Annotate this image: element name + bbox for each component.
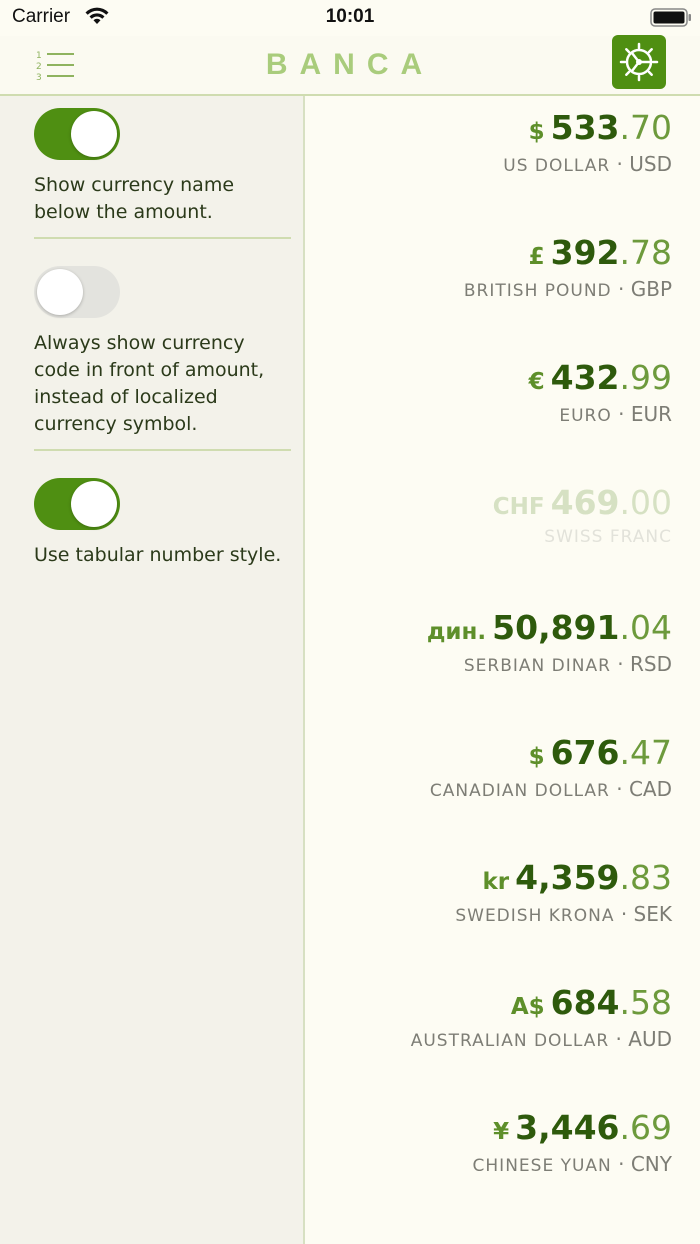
currency-code: SEK: [633, 902, 672, 926]
currency-row-gbp[interactable]: £392.78 BRITISH POUND · GBP: [464, 233, 672, 301]
gear-icon: [619, 42, 659, 82]
amount-decimal: .78: [619, 233, 672, 272]
currency-name: SWISS FRANC: [544, 527, 672, 547]
currency-row-eur[interactable]: €432.99 EURO · EUR: [529, 358, 672, 426]
currency-code: CAD: [628, 777, 672, 801]
amount-decimal: .69: [619, 1108, 672, 1147]
currency-code: AUD: [628, 1027, 672, 1051]
currency-row-aud[interactable]: A$ 684.58 AUSTRALIAN DOLLAR · AUD: [411, 983, 672, 1051]
settings-button[interactable]: [612, 35, 666, 89]
setting-label: Always show currency code in front of am…: [34, 332, 265, 435]
amount-integer: 3,446: [515, 1108, 620, 1147]
battery-icon: [650, 8, 691, 27]
currency-name: EURO: [559, 406, 612, 426]
amount-decimal: .00: [619, 483, 672, 522]
amount-integer: 684: [550, 983, 620, 1022]
amount-integer: 4,359: [515, 858, 620, 897]
currency-name: CHINESE YUAN: [472, 1156, 612, 1176]
amount-decimal: .83: [619, 858, 672, 897]
app-title: BANCA: [265, 48, 435, 81]
amount-integer: 432: [550, 358, 620, 397]
show-currency-code-toggle[interactable]: [34, 266, 120, 318]
currency-name: SWEDISH KRONA: [455, 906, 615, 926]
divider: [34, 237, 291, 239]
setting-label: Show currency name below the amount.: [34, 174, 235, 223]
amount-integer: 676: [550, 733, 620, 772]
clock: 10:01: [325, 6, 375, 27]
amount-integer: 392: [550, 233, 620, 272]
currency-row-cny[interactable]: ¥3,446.69 CHINESE YUAN · CNY: [473, 1108, 672, 1176]
show-currency-name-toggle[interactable]: [34, 108, 120, 160]
currency-symbol: $: [528, 119, 545, 145]
currency-symbol: $: [528, 744, 545, 770]
navigation-bar: 1 2 3 BANCA: [0, 35, 700, 96]
tabular-number-style-toggle[interactable]: [34, 478, 120, 530]
amount-decimal: .70: [619, 108, 672, 147]
currency-symbol: €: [528, 369, 545, 395]
amount-decimal: .04: [619, 608, 672, 647]
settings-panel: Show currency name below the amount. Alw…: [0, 96, 305, 1244]
currency-list[interactable]: $533.70 US DOLLAR · USD £392.78 BRITISH …: [305, 96, 700, 1244]
amount-decimal: .58: [619, 983, 672, 1022]
currency-name: SERBIAN DINAR: [463, 656, 611, 676]
amount-integer: 533: [550, 108, 620, 147]
currency-symbol: kr: [482, 869, 510, 895]
currency-code: USD: [629, 152, 672, 176]
currency-symbol: ¥: [493, 1119, 510, 1145]
amount-decimal: .99: [619, 358, 672, 397]
divider: [34, 449, 291, 451]
toggle-knob: [37, 269, 83, 315]
currency-symbol: £: [528, 244, 545, 270]
currency-name: US DOLLAR: [503, 156, 611, 176]
currency-row-chf[interactable]: CHF 469.00 SWISS FRANC: [493, 483, 672, 547]
currency-symbol: дин.: [426, 619, 487, 645]
currency-code: CNY: [630, 1152, 672, 1176]
currency-code: RSD: [630, 652, 672, 676]
currency-name: BRITISH POUND: [463, 281, 612, 301]
currency-code: GBP: [630, 277, 672, 301]
currency-symbol: A$: [510, 994, 545, 1020]
currency-name: CANADIAN DOLLAR: [429, 781, 610, 801]
amount-integer: 469: [550, 483, 620, 522]
amount-integer: 50,891: [492, 608, 620, 647]
currency-row-cad[interactable]: $676.47 CANADIAN DOLLAR · CAD: [430, 733, 672, 801]
toggle-knob: [71, 481, 117, 527]
currency-row-sek[interactable]: kr 4,359.83 SWEDISH KRONA · SEK: [455, 858, 672, 926]
setting-label: Use tabular number style.: [34, 544, 282, 566]
toggle-knob: [71, 111, 117, 157]
status-bar: Carrier 10:01: [0, 0, 700, 36]
currency-row-rsd[interactable]: дин. 50,891.04 SERBIAN DINAR · RSD: [427, 608, 672, 676]
currency-symbol: CHF: [492, 494, 545, 520]
amount-decimal: .47: [619, 733, 672, 772]
currency-name: AUSTRALIAN DOLLAR: [410, 1031, 610, 1051]
currency-row-usd[interactable]: $533.70 US DOLLAR · USD: [503, 108, 672, 176]
currency-code: EUR: [630, 402, 672, 426]
